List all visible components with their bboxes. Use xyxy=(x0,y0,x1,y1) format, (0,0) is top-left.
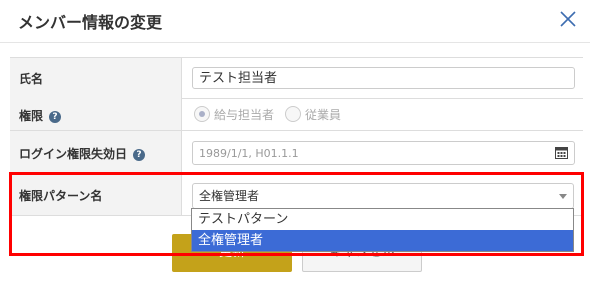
authority-label: 権限 xyxy=(19,109,44,123)
dropdown-option-full-admin[interactable]: 全権管理者 xyxy=(192,230,573,251)
login-expiry-label-wrap: ログイン権限失効日? xyxy=(19,145,146,162)
login-expiry-placeholder: 1989/1/1, H01.1.1 xyxy=(199,147,299,160)
name-label-cell: 氏名 xyxy=(10,58,182,98)
name-input[interactable]: テスト担当者 xyxy=(192,67,575,89)
radio-employee[interactable] xyxy=(285,106,301,122)
pattern-label: 権限パターン名 xyxy=(19,189,103,203)
login-expiry-label-cell: ログイン権限失効日? xyxy=(10,131,182,173)
caret-down-icon xyxy=(559,194,567,199)
dialog-header: メンバー情報の変更 xyxy=(0,0,590,43)
pattern-select-value: 全権管理者 xyxy=(199,189,260,203)
pattern-select[interactable]: 全権管理者 xyxy=(192,183,574,209)
radio-employee-label: 従業員 xyxy=(305,108,342,122)
radio-option-payroll[interactable]: 給与担当者 xyxy=(194,106,274,123)
radio-payroll-label: 給与担当者 xyxy=(214,108,275,122)
pattern-label-cell: 権限パターン名 xyxy=(10,174,182,215)
pattern-dropdown-list: テストパターン 全権管理者 xyxy=(191,208,574,252)
radio-option-employee[interactable]: 従業員 xyxy=(285,106,341,123)
authority-label-wrap: 権限? xyxy=(19,107,62,124)
login-expiry-row: ログイン権限失効日? 1989/1/1, H01.1.1 xyxy=(10,131,583,174)
question-circle-icon[interactable]: ? xyxy=(49,111,62,123)
name-label: 氏名 xyxy=(19,72,44,86)
dropdown-option-test-pattern[interactable]: テストパターン xyxy=(192,209,573,230)
login-expiry-label: ログイン権限失効日 xyxy=(19,147,128,161)
close-icon[interactable] xyxy=(558,9,578,29)
authority-row: 権限? 給与担当者 従業員 xyxy=(10,98,583,131)
authority-label-cell: 権限? xyxy=(10,98,182,130)
name-row: 氏名 テスト担当者 xyxy=(10,57,583,99)
dialog-title: メンバー情報の変更 xyxy=(18,13,163,32)
name-input-value: テスト担当者 xyxy=(199,71,278,86)
question-circle-icon[interactable]: ? xyxy=(133,149,146,161)
radio-payroll[interactable] xyxy=(194,106,210,122)
login-expiry-input[interactable]: 1989/1/1, H01.1.1 xyxy=(192,141,575,165)
calendar-icon[interactable] xyxy=(555,146,568,159)
member-edit-dialog: メンバー情報の変更 更新 キャンセル 氏名 テスト担当者 権限? 給与担当者 従… xyxy=(0,0,590,281)
